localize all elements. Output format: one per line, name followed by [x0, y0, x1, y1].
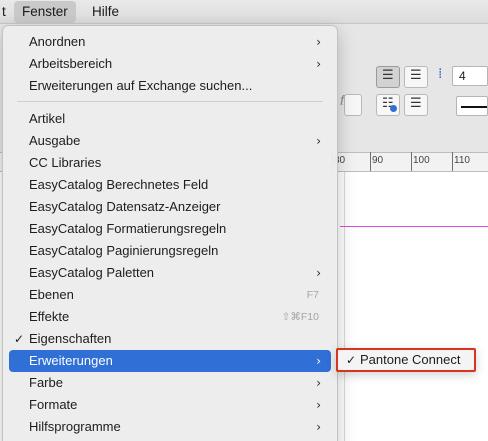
menu-item-exchange-suchen[interactable]: Erweiterungen auf Exchange suchen...	[9, 75, 331, 97]
chevron-right-icon: ›	[316, 354, 321, 368]
menu-item-label: Effekte	[29, 309, 70, 324]
ruler-tick	[452, 152, 453, 171]
align-lines-icon: ☰	[382, 68, 394, 83]
menu-item-arbeitsbereich[interactable]: Arbeitsbereich ›	[9, 53, 331, 75]
ruler-label: 110	[454, 155, 470, 166]
menu-item-effekte[interactable]: Effekte ⇧⌘F10	[9, 306, 331, 328]
erweiterungen-submenu: ✓ Pantone Connect	[336, 348, 476, 372]
menu-item-label: Eigenschaften	[29, 331, 112, 346]
menubar-item-fenster[interactable]: Fenster	[14, 1, 76, 23]
checkmark-icon: ✓	[14, 332, 25, 346]
guide-line[interactable]	[340, 226, 488, 227]
shortcut-label: F7	[306, 289, 319, 301]
menu-item-label: Erweiterungen auf Exchange suchen...	[29, 78, 253, 93]
menubar-item-hilfe[interactable]: Hilfe	[84, 0, 127, 24]
menu-item-cc-libraries[interactable]: CC Libraries	[9, 152, 331, 174]
menu-item-label: EasyCatalog Paginierungsregeln	[29, 243, 219, 258]
spacing-field[interactable]: 4	[452, 66, 488, 86]
page-edge	[344, 172, 345, 441]
blue-dot-icon	[390, 105, 397, 112]
fenster-menu: Anordnen › Arbeitsbereich › Erweiterunge…	[2, 25, 338, 441]
menu-item-erweiterungen[interactable]: Erweiterungen ›	[9, 350, 331, 372]
spacing-icon: ⁞	[438, 66, 443, 82]
submenu-item-pantone-connect[interactable]: ✓ Pantone Connect	[342, 350, 460, 370]
bullet-list-button[interactable]: ☷	[376, 94, 400, 116]
ruler-label: 100	[413, 155, 430, 166]
menu-item-label: EasyCatalog Paletten	[29, 265, 155, 280]
menu-item-label: Formate	[29, 397, 78, 412]
menu-item-anordnen[interactable]: Anordnen ›	[9, 31, 331, 53]
menu-item-label: CC Libraries	[29, 155, 102, 170]
align-lines-icon: ☰	[410, 68, 422, 83]
menu-item-label: Ebenen	[29, 287, 74, 302]
menubar: t Fenster Hilfe	[0, 0, 488, 24]
paragraph-button[interactable]: ☰	[404, 94, 428, 116]
stroke-field[interactable]	[456, 96, 488, 116]
menu-separator	[17, 101, 323, 102]
chevron-right-icon: ›	[316, 35, 321, 49]
align-justify-button[interactable]: ☰	[376, 66, 400, 88]
paragraph-lines-icon: ☰	[410, 96, 422, 111]
chevron-right-icon: ›	[316, 266, 321, 280]
menu-item-label: Erweiterungen	[29, 353, 113, 368]
ruler-tick	[370, 152, 371, 171]
menu-item-hilfsprogramme[interactable]: Hilfsprogramme ›	[9, 416, 331, 438]
shortcut-label: ⇧⌘F10	[281, 311, 319, 323]
menu-item-easycatalog-berechnetes-feld[interactable]: EasyCatalog Berechnetes Feld	[9, 174, 331, 196]
menu-item-easycatalog-datensatz-anzeiger[interactable]: EasyCatalog Datensatz-Anzeiger	[9, 196, 331, 218]
submenu-item-label: Pantone Connect	[360, 352, 461, 367]
chevron-right-icon: ›	[316, 398, 321, 412]
ruler-label: 90	[372, 155, 384, 166]
chevron-right-icon: ›	[316, 376, 321, 390]
menu-item-easycatalog-formatierungsregeln[interactable]: EasyCatalog Formatierungsregeln	[9, 218, 331, 240]
ruler-tick	[411, 152, 412, 171]
menu-item-label: Hilfsprogramme	[29, 419, 121, 434]
menu-item-label: Arbeitsbereich	[29, 56, 113, 71]
menubar-item-ansicht[interactable]: t	[0, 0, 14, 24]
menu-item-label: EasyCatalog Formatierungsregeln	[29, 221, 227, 236]
stroke-line-icon	[461, 106, 487, 108]
menu-item-label: EasyCatalog Berechnetes Feld	[29, 177, 209, 192]
align-right-button[interactable]: ☰	[404, 66, 428, 88]
menu-item-label: Anordnen	[29, 34, 86, 49]
menu-item-farbe[interactable]: Farbe ›	[9, 372, 331, 394]
menu-item-easycatalog-paginierungsregeln[interactable]: EasyCatalog Paginierungsregeln	[9, 240, 331, 262]
menu-item-easycatalog-paletten[interactable]: EasyCatalog Paletten ›	[9, 262, 331, 284]
chevron-right-icon: ›	[316, 57, 321, 71]
menu-item-label: EasyCatalog Datensatz-Anzeiger	[29, 199, 221, 214]
menu-item-label: Artikel	[29, 111, 66, 126]
nudge-button[interactable]	[344, 94, 362, 116]
menu-item-label: Ausgabe	[29, 133, 81, 148]
menu-item-ausgabe[interactable]: Ausgabe ›	[9, 130, 331, 152]
menu-item-label: Farbe	[29, 375, 63, 390]
menu-item-artikel[interactable]: Artikel	[9, 108, 331, 130]
checkmark-icon: ✓	[346, 353, 357, 367]
menu-item-eigenschaften[interactable]: ✓ Eigenschaften	[9, 328, 331, 350]
menu-item-ebenen[interactable]: Ebenen F7	[9, 284, 331, 306]
chevron-right-icon: ›	[316, 134, 321, 148]
spacing-value: 4	[459, 69, 466, 83]
chevron-right-icon: ›	[316, 420, 321, 434]
menu-item-formate[interactable]: Formate ›	[9, 394, 331, 416]
